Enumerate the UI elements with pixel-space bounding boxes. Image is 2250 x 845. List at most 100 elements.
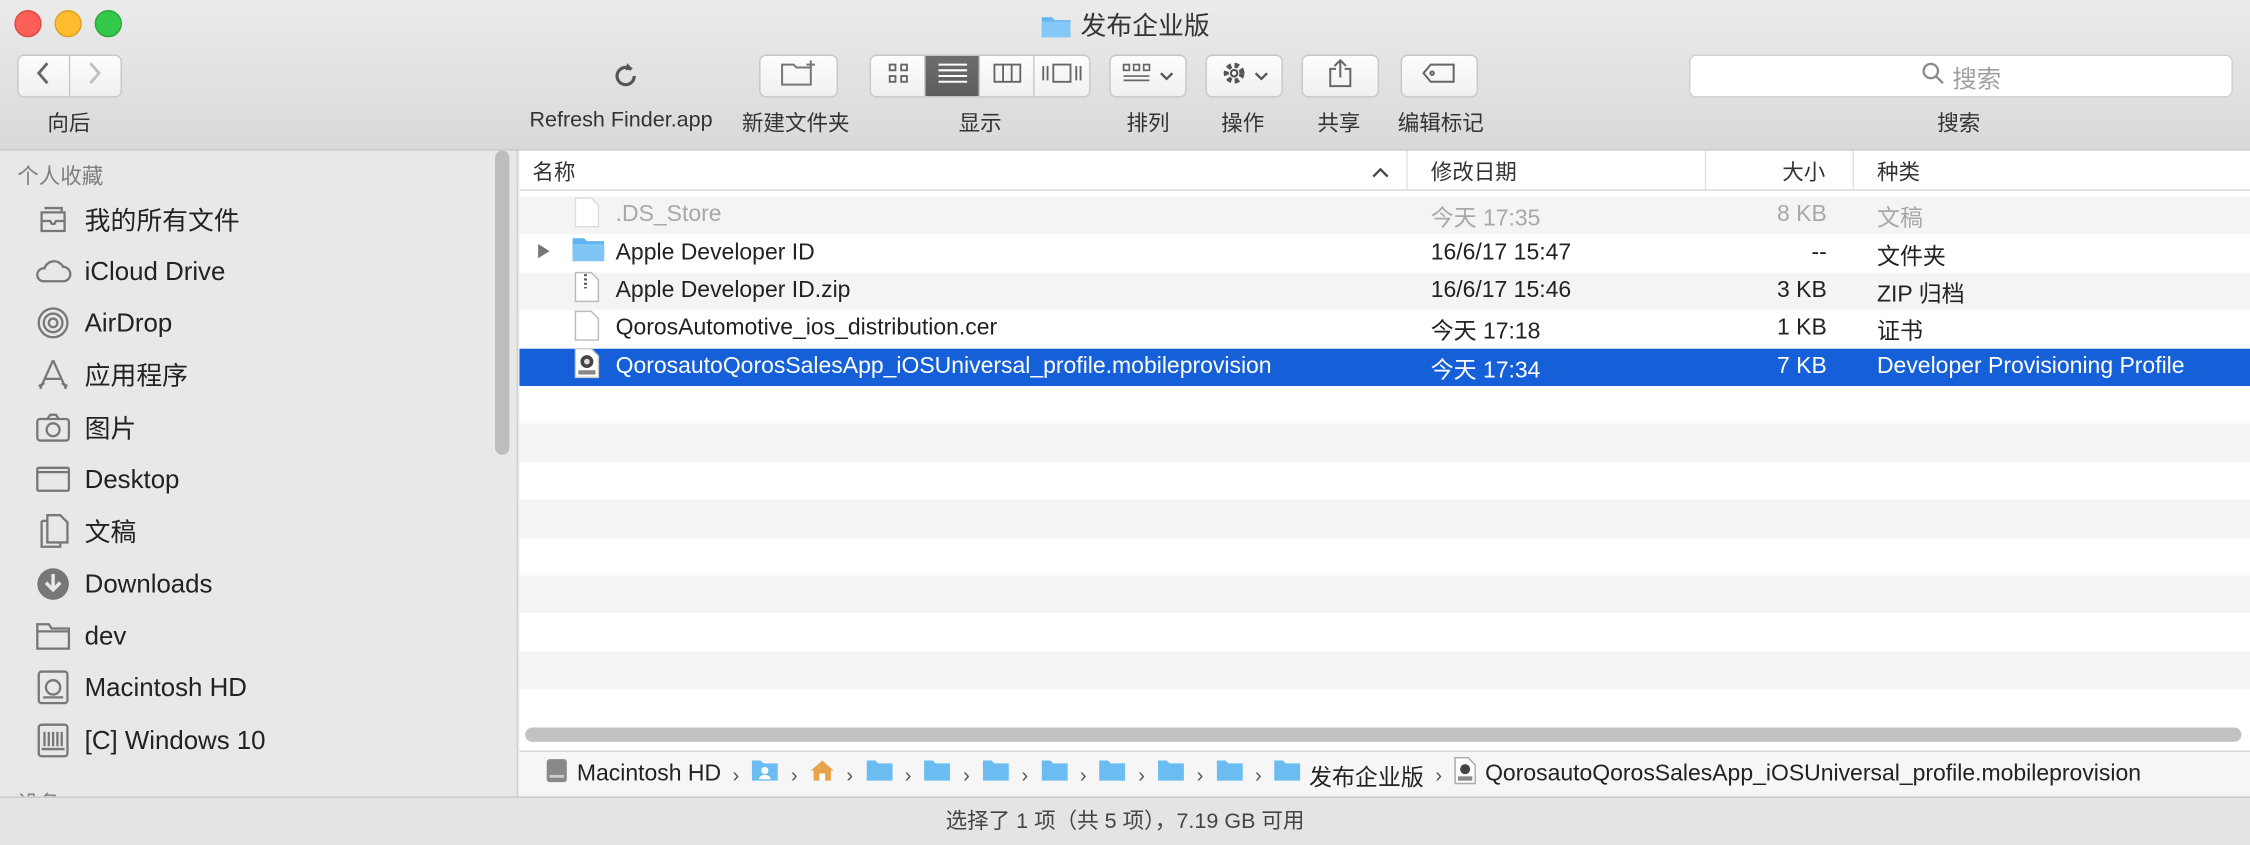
cloud-icon (34, 253, 72, 290)
empty-row (519, 651, 2250, 690)
folder-icon (1215, 759, 1244, 789)
edit-tags-button[interactable] (1400, 54, 1479, 98)
camera-icon (34, 409, 71, 446)
path-item-folder[interactable] (923, 759, 952, 789)
column-name[interactable]: 名称 (532, 156, 575, 186)
empty-row (519, 689, 2250, 727)
sidebar-item-all-files[interactable]: 我的所有文件 (34, 199, 240, 239)
list-view-button[interactable] (925, 55, 981, 97)
path-item-folder[interactable] (1215, 759, 1244, 789)
sidebar-item-label: Desktop (84, 464, 180, 493)
refresh-finder-button[interactable] (610, 60, 642, 99)
folder-icon (1040, 759, 1069, 789)
action-label: 操作 (1221, 111, 1265, 137)
tag-icon (1422, 62, 1456, 89)
sidebar-item-pictures[interactable]: 图片 (34, 408, 136, 448)
sidebar-item-label: 我的所有文件 (84, 206, 240, 236)
sidebar-item-windows-10[interactable]: [C] Windows 10 (34, 720, 266, 760)
path-item-folder[interactable] (1040, 759, 1069, 789)
empty-row (519, 423, 2250, 462)
path-item-home[interactable] (809, 759, 835, 789)
blank-file-icon (574, 196, 600, 235)
column-header: 名称 修改日期 大小 种类 (519, 150, 2250, 191)
table-row[interactable]: .DS_Store 今天 17:35 8 KB 文稿 (519, 196, 2250, 235)
empty-row (519, 386, 2250, 424)
action-button[interactable] (1205, 54, 1283, 98)
column-date-modified[interactable]: 修改日期 (1431, 156, 1517, 186)
folder-icon (1273, 759, 1302, 789)
file-size: 7 KB (1776, 354, 1827, 379)
path-item-folder[interactable] (981, 759, 1010, 789)
sidebar-item-label: dev (84, 620, 127, 650)
horizontal-scrollbar[interactable] (525, 727, 2242, 742)
chevron-left-icon (36, 61, 50, 91)
columns-icon (992, 62, 1021, 89)
sidebar-item-label: iCloud Drive (84, 256, 226, 285)
path-item-user[interactable] (751, 759, 780, 789)
table-row-selected[interactable]: QorosautoQorosSalesApp_iOSUniversal_prof… (519, 348, 2250, 386)
file-kind: 证书 (1876, 320, 1923, 345)
cover-flow-button[interactable] (1034, 55, 1090, 97)
refresh-icon (610, 63, 642, 97)
new-folder-button[interactable] (759, 54, 839, 98)
search-icon (1921, 61, 1944, 91)
icon-view-button[interactable] (871, 55, 926, 97)
sidebar-item-dev[interactable]: dev (34, 616, 126, 656)
provision-file-icon (574, 348, 600, 387)
back-forward-control (17, 54, 122, 98)
path-item-macintosh-hd[interactable]: Macintosh HD (545, 758, 721, 791)
path-item-folder[interactable] (1098, 759, 1127, 789)
path-separator-icon: › (846, 762, 854, 786)
file-date: 今天 17:35 (1430, 206, 1541, 232)
forward-button[interactable] (69, 55, 121, 97)
table-row[interactable]: QorosAutomotive_ios_distribution.cer 今天 … (519, 310, 2250, 348)
toolbar: 发布企业版 向后 Refresh Finder.app 新建文件夹 显示 排列 … (0, 0, 2250, 151)
arrange-icon (1122, 62, 1154, 89)
sidebar-section-devices: 设备 (17, 788, 60, 796)
path-separator-icon: › (1254, 762, 1262, 786)
sidebar-item-icloud-drive[interactable]: iCloud Drive (34, 251, 225, 291)
sidebar-item-macintosh-hd[interactable]: Macintosh HD (34, 667, 247, 707)
search-input[interactable]: 搜索 (1688, 54, 2233, 98)
path-item-folder[interactable] (1156, 759, 1185, 789)
file-date: 今天 17:34 (1430, 358, 1541, 383)
path-item-folder[interactable] (865, 759, 894, 789)
arrange-button[interactable] (1109, 54, 1187, 98)
share-button[interactable] (1301, 54, 1380, 98)
folder-icon (923, 759, 952, 789)
sidebar-section-favorites: 个人收藏 (17, 165, 104, 190)
path-item-current-file[interactable]: QorosautoQorosSalesApp_iOSUniversal_prof… (1453, 756, 2141, 792)
folder-icon (571, 237, 605, 270)
folder-icon (1040, 13, 1072, 46)
chevron-down-icon (1254, 63, 1268, 89)
folder-icon (981, 759, 1010, 789)
sidebar-item-label: [C] Windows 10 (84, 725, 266, 755)
folder-icon (34, 617, 71, 654)
path-item-release-folder[interactable]: 发布企业版 (1273, 757, 1424, 791)
share-label: 共享 (1317, 111, 1361, 137)
cover-flow-icon (1042, 62, 1082, 89)
back-button[interactable] (18, 55, 70, 97)
column-view-button[interactable] (980, 55, 1035, 97)
file-size: -- (1811, 240, 1827, 265)
applications-icon (34, 356, 71, 393)
path-separator-icon: › (904, 762, 912, 786)
documents-icon (34, 512, 71, 549)
column-kind[interactable]: 种类 (1877, 156, 1920, 186)
table-row[interactable]: Apple Developer ID 16/6/17 15:47 -- 文件夹 (519, 234, 2250, 272)
path-separator-icon: › (1079, 762, 1087, 786)
sidebar-item-desktop[interactable]: Desktop (34, 459, 179, 499)
sidebar-item-downloads[interactable]: Downloads (34, 564, 212, 604)
sidebar-scrollbar[interactable] (495, 150, 510, 455)
sidebar-item-applications[interactable]: 应用程序 (34, 354, 188, 394)
file-name: Apple Developer ID (615, 240, 815, 265)
file-name: .DS_Store (615, 202, 722, 227)
column-size[interactable]: 大小 (1782, 156, 1825, 186)
sidebar-item-documents[interactable]: 文稿 (34, 511, 136, 551)
sidebar-item-airdrop[interactable]: AirDrop (34, 303, 172, 343)
chevron-right-icon (88, 61, 102, 91)
disclosure-triangle-icon[interactable] (537, 240, 551, 266)
path-bar: Macintosh HD › › › › › › › › › › 发布企业版 › (519, 750, 2250, 797)
arrange-label: 排列 (1126, 111, 1170, 137)
table-row[interactable]: Apple Developer ID.zip 16/6/17 15:46 3 K… (519, 272, 2250, 311)
